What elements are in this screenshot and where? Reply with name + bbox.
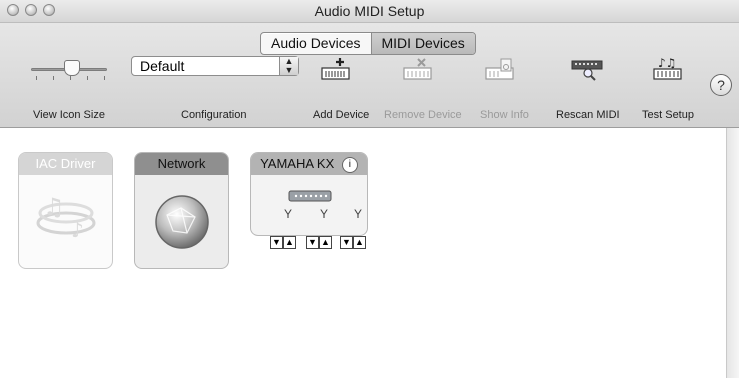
- tab-midi-devices[interactable]: MIDI Devices: [370, 33, 475, 54]
- configuration-value: Default: [140, 58, 185, 74]
- view-icon-size-label: View Icon Size: [33, 109, 105, 121]
- toolbar: Audio Devices MIDI Devices: [0, 23, 739, 128]
- port-in-arrow-icon[interactable]: ▲: [319, 236, 332, 249]
- svg-text:♪♫: ♪♫: [658, 57, 676, 70]
- device-network-name: Network: [135, 153, 228, 175]
- remove-device-icon[interactable]: [401, 57, 435, 81]
- device-yamaha-kx[interactable]: YAMAHA KX i: [250, 152, 368, 236]
- device-tabs: Audio Devices MIDI Devices: [260, 32, 476, 55]
- app-window: Audio MIDI Setup Audio Devices MIDI Devi…: [0, 0, 739, 378]
- device-yamaha-kx-header: YAMAHA KX i: [251, 153, 367, 175]
- network-globe-icon: [155, 195, 209, 249]
- slider-tick: [36, 76, 37, 80]
- port-out-arrow-icon[interactable]: ▼: [340, 236, 353, 249]
- slider-tick: [104, 76, 105, 80]
- device-network-body: [135, 175, 228, 268]
- tab-audio-devices[interactable]: Audio Devices: [261, 33, 371, 54]
- port-label: Y: [284, 207, 293, 221]
- port-1-connectors: ▼ ▲: [270, 236, 296, 249]
- music-notes-icon: ♫ ♪: [36, 193, 96, 242]
- test-setup-label[interactable]: Test Setup: [642, 109, 694, 121]
- window-title: Audio MIDI Setup: [314, 3, 425, 19]
- rescan-midi-label[interactable]: Rescan MIDI: [556, 109, 620, 121]
- help-button[interactable]: ?: [710, 74, 732, 96]
- device-network[interactable]: Network: [134, 152, 229, 269]
- port-3-connectors: ▼ ▲: [340, 236, 366, 249]
- device-info-icon[interactable]: i: [341, 156, 358, 173]
- slider-tick: [70, 76, 71, 80]
- port-in-arrow-icon[interactable]: ▲: [283, 236, 296, 249]
- show-info-icon[interactable]: [483, 57, 517, 81]
- show-info-label[interactable]: Show Info: [480, 109, 529, 121]
- port-label: Y: [354, 207, 363, 221]
- slider-tick: [87, 76, 88, 80]
- rescan-midi-icon[interactable]: [570, 57, 604, 81]
- configuration-label: Configuration: [181, 109, 247, 121]
- port-2-connectors: ▼ ▲: [306, 236, 332, 249]
- icon-size-slider-knob[interactable]: [64, 60, 80, 76]
- slider-tick: [53, 76, 54, 80]
- svg-text:♫: ♫: [43, 193, 65, 221]
- device-iac-driver[interactable]: IAC Driver ♫ ♪: [18, 152, 113, 269]
- device-yamaha-kx-name: YAMAHA KX: [260, 156, 335, 171]
- test-setup-icon[interactable]: ♪♫: [651, 57, 685, 81]
- port-out-arrow-icon[interactable]: ▼: [270, 236, 283, 249]
- device-iac-driver-body: ♫ ♪: [19, 175, 112, 268]
- add-device-icon[interactable]: [319, 57, 353, 81]
- add-device-label[interactable]: Add Device: [313, 109, 369, 121]
- svg-text:♪: ♪: [71, 218, 84, 242]
- configuration-select[interactable]: Default ▲ ▼: [131, 56, 299, 76]
- port-label: Y: [320, 207, 329, 221]
- port-in-arrow-icon[interactable]: ▲: [353, 236, 366, 249]
- keyboard-icon: [288, 190, 332, 202]
- remove-device-label[interactable]: Remove Device: [384, 109, 462, 121]
- port-out-arrow-icon[interactable]: ▼: [306, 236, 319, 249]
- updown-arrows-icon: ▲ ▼: [279, 57, 298, 75]
- vertical-scrollbar[interactable]: [726, 128, 739, 378]
- title-bar: Audio MIDI Setup: [0, 0, 739, 23]
- device-yamaha-kx-body: [251, 175, 367, 235]
- device-iac-driver-name: IAC Driver: [19, 153, 112, 175]
